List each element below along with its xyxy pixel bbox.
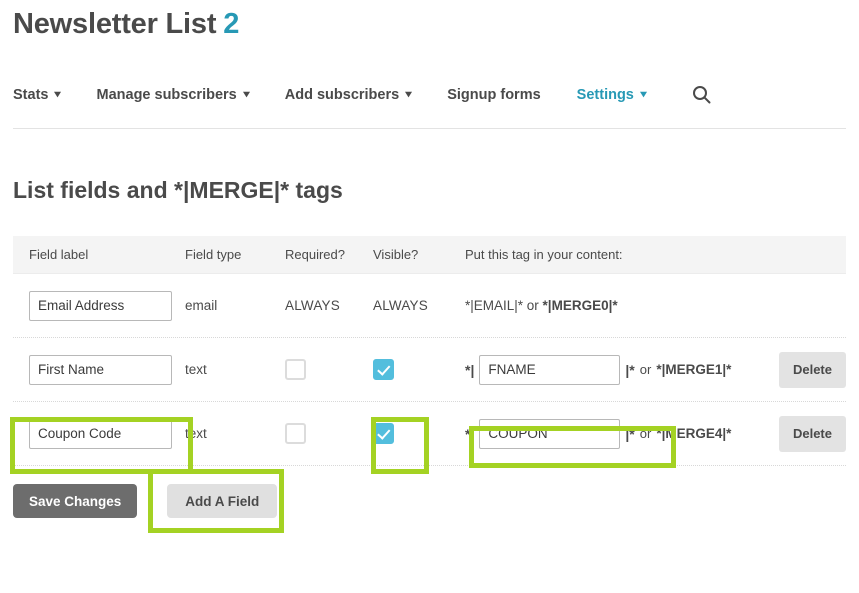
- table-header-row: Field label Field type Required? Visible…: [13, 236, 846, 274]
- list-fields-table: Field label Field type Required? Visible…: [10, 236, 846, 474]
- merge-tag-static-bold: *|MERGE0|*: [542, 298, 618, 313]
- chevron-down-icon: ▾: [640, 89, 647, 100]
- required-cell: ALWAYS: [285, 274, 373, 337]
- nav-item-stats[interactable]: Stats ▾: [13, 85, 61, 105]
- page-header: Newsletter List 2: [0, 0, 859, 41]
- merge-tag-input-coupon[interactable]: [479, 418, 621, 449]
- field-label-cell: [13, 402, 185, 465]
- add-field-wrapper: Add A Field: [148, 469, 285, 533]
- required-cell: [285, 402, 373, 465]
- page-title: Newsletter List: [13, 8, 217, 40]
- nav-item-label: Stats: [13, 87, 49, 103]
- field-type-value: text: [185, 362, 207, 377]
- merge-tag-open-delimiter: *|: [465, 425, 475, 442]
- merge-tag-group-fname: *| |* or *|MERGE1|*: [465, 354, 732, 385]
- table-row: text *| |* or *|MERGE4|* Delete: [13, 402, 846, 466]
- column-header-field-label: Field label: [29, 247, 89, 262]
- delete-button-fname[interactable]: Delete: [778, 351, 846, 388]
- required-checkbox-fname[interactable]: [285, 359, 306, 380]
- field-label-cell: [13, 338, 185, 401]
- field-label-input-coupon[interactable]: [29, 418, 172, 449]
- merge-tag-or-label: or: [639, 426, 652, 441]
- visible-cell: [373, 338, 465, 401]
- merge-tag-close-delimiter: |*: [625, 425, 635, 442]
- field-type-cell: text: [185, 402, 285, 465]
- search-icon: [692, 86, 711, 104]
- chevron-down-icon: ▾: [405, 89, 412, 100]
- table-row: text *| |* or *|MERGE1|* Delete: [13, 338, 846, 402]
- merge-tag-alternate-coupon: *|MERGE4|*: [656, 426, 732, 441]
- nav-item-label: Add subscribers: [284, 87, 400, 103]
- page-title-count: 2: [223, 8, 240, 40]
- nav-item-manage-subscribers[interactable]: Manage subscribers ▾: [96, 85, 250, 105]
- column-header-field-type: Field type: [185, 247, 242, 262]
- form-actions: Save Changes Add A Field: [13, 469, 846, 533]
- column-header-required: Required?: [285, 247, 345, 262]
- required-checkbox-coupon[interactable]: [285, 423, 306, 444]
- visible-always-label: ALWAYS: [373, 298, 428, 313]
- chevron-down-icon: ▾: [54, 89, 62, 100]
- merge-tag-alternate-fname: *|MERGE1|*: [656, 362, 732, 377]
- field-label-input-fname[interactable]: [29, 354, 172, 385]
- search-button[interactable]: [692, 85, 711, 104]
- merge-tag-static-email: *|EMAIL|* or *|MERGE0|*: [465, 298, 618, 313]
- required-cell: [285, 338, 373, 401]
- column-header-visible: Visible?: [373, 247, 419, 262]
- field-type-value: text: [185, 426, 207, 441]
- nav-item-signup-forms[interactable]: Signup forms: [447, 85, 540, 105]
- field-label-cell: [13, 274, 185, 337]
- column-header-tag: Put this tag in your content:: [465, 247, 623, 262]
- merge-tag-open-delimiter: *|: [465, 361, 475, 378]
- nav-item-label: Manage subscribers: [96, 87, 237, 103]
- visible-checkbox-coupon[interactable]: [373, 423, 394, 444]
- merge-tag-group-coupon: *| |* or *|MERGE4|*: [465, 418, 732, 449]
- visible-cell: [373, 402, 465, 465]
- main-navigation: Stats ▾ Manage subscribers ▾ Add subscri…: [13, 85, 846, 129]
- save-changes-button[interactable]: Save Changes: [13, 484, 138, 518]
- field-type-cell: email: [185, 274, 285, 337]
- visible-checkbox-fname[interactable]: [373, 359, 394, 380]
- visible-cell: ALWAYS: [373, 274, 465, 337]
- required-always-label: ALWAYS: [285, 298, 340, 313]
- merge-tag-cell: *|EMAIL|* or *|MERGE0|*: [465, 274, 846, 337]
- section-title: List fields and *|MERGE|* tags: [13, 177, 343, 203]
- merge-tag-static-prefix: *|EMAIL|* or: [465, 298, 543, 313]
- merge-tag-input-fname[interactable]: [479, 354, 621, 385]
- add-a-field-button[interactable]: Add A Field: [167, 484, 278, 518]
- merge-tag-cell: *| |* or *|MERGE4|* Delete: [465, 402, 846, 465]
- merge-tag-cell: *| |* or *|MERGE1|* Delete: [465, 338, 846, 401]
- field-type-cell: text: [185, 338, 285, 401]
- merge-tag-close-delimiter: |*: [625, 361, 635, 378]
- chevron-down-icon: ▾: [243, 89, 250, 100]
- nav-item-label: Settings: [576, 87, 634, 103]
- merge-tag-or-label: or: [639, 362, 652, 377]
- nav-item-label: Signup forms: [447, 87, 541, 103]
- field-type-value: email: [185, 298, 218, 313]
- delete-button-coupon[interactable]: Delete: [778, 415, 846, 452]
- nav-item-add-subscribers[interactable]: Add subscribers ▾: [284, 85, 412, 105]
- table-row: email ALWAYS ALWAYS *|EMAIL|* or *|MERGE…: [13, 274, 846, 338]
- nav-item-settings[interactable]: Settings ▾: [576, 85, 647, 105]
- field-label-input-email[interactable]: [29, 290, 172, 321]
